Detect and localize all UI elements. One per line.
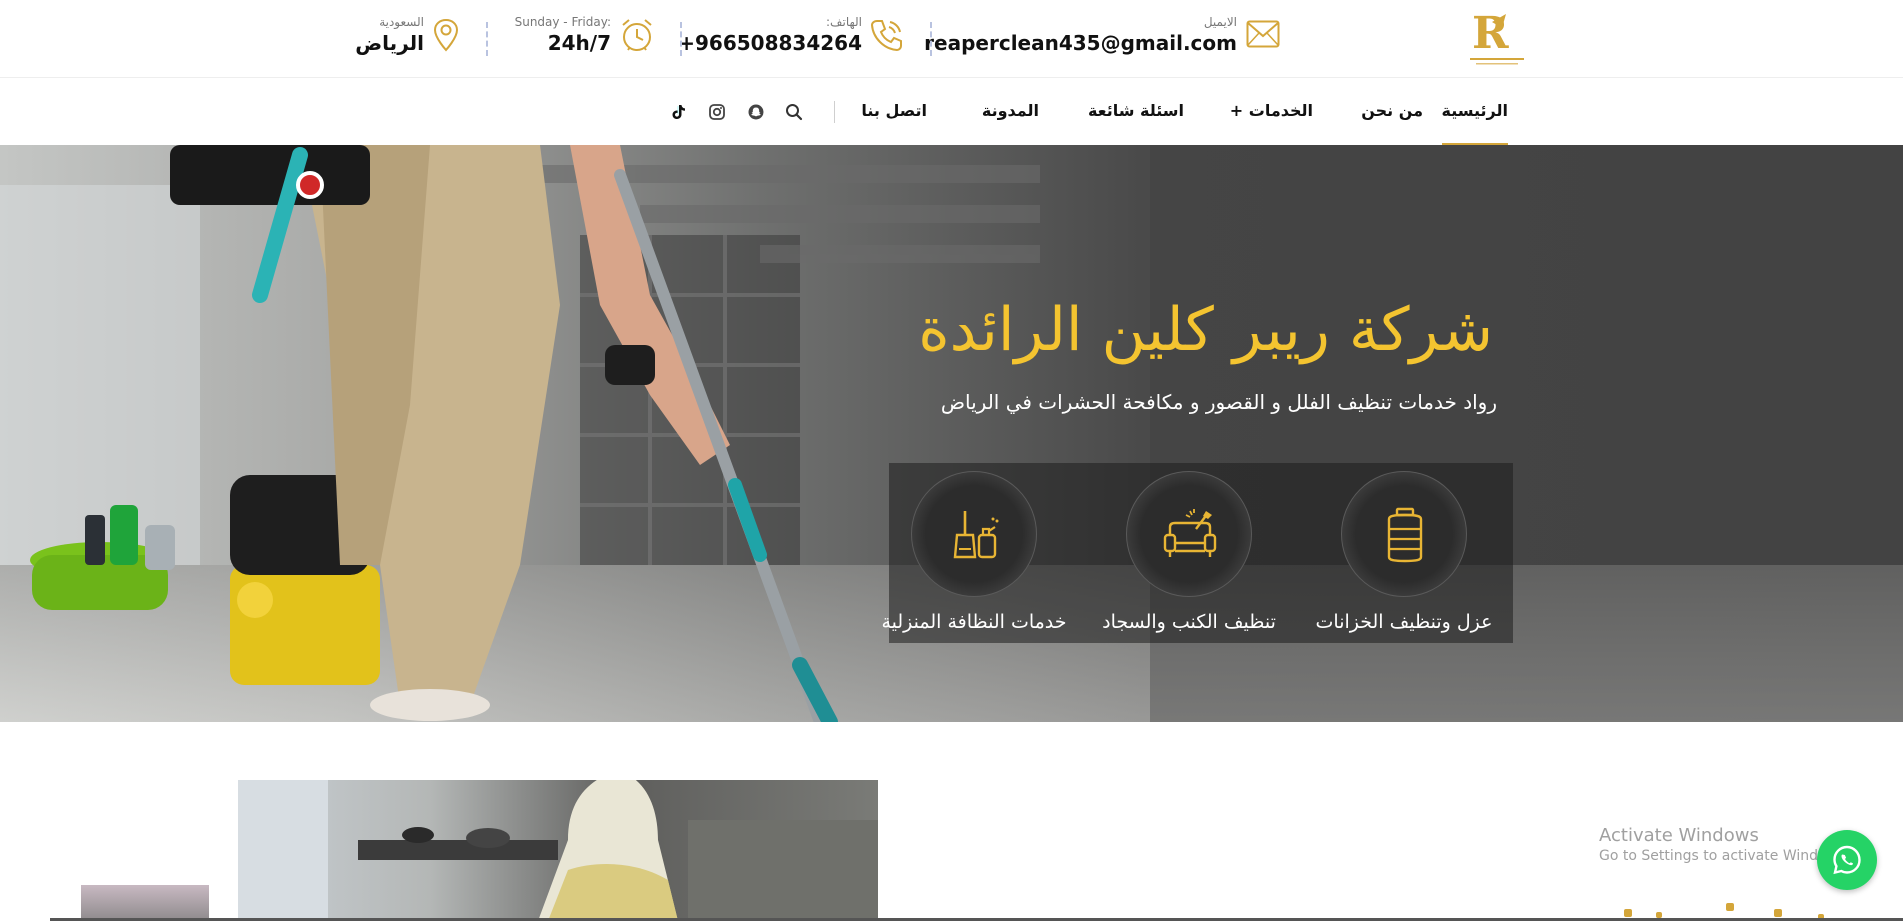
- location-label: السعودية: [379, 15, 424, 29]
- hero-title: شركة ريبر كلين الرائدة: [918, 295, 1493, 365]
- whatsapp-button[interactable]: [1817, 830, 1877, 890]
- activate-title: Activate Windows: [1599, 825, 1759, 846]
- activate-subtitle: Go to Settings to activate Windows.: [1599, 848, 1850, 864]
- instagram-icon[interactable]: [708, 103, 726, 121]
- nav-item-home[interactable]: الرئيسية: [1441, 101, 1508, 146]
- nav-divider: [834, 101, 835, 123]
- nav-item-faq[interactable]: اسئلة شائعة: [1088, 101, 1184, 120]
- email-info: الايميل reaperclean435@gmail.com: [924, 14, 1237, 60]
- snapchat-icon[interactable]: [747, 103, 765, 121]
- divider: [680, 22, 682, 56]
- service-label: خدمات النظافة المنزلية: [881, 611, 1067, 633]
- location-info: السعودية الرياض: [355, 14, 424, 60]
- divider: [930, 22, 932, 56]
- decorative-dot: [1726, 903, 1734, 911]
- service-item-home-cleaning[interactable]: خدمات النظافة المنزلية: [879, 471, 1069, 641]
- nav-item-contact[interactable]: اتصل بنا: [861, 101, 927, 120]
- service-icon-circle: [1341, 471, 1467, 597]
- phone-info: الهاتف: +966508834264: [678, 14, 862, 60]
- service-item-tank[interactable]: عزل وتنظيف الخزانات: [1309, 471, 1499, 641]
- hours-label: Sunday - Friday:: [514, 15, 611, 29]
- hours-value: 24h/7: [547, 31, 611, 55]
- envelope-icon: [1246, 20, 1280, 48]
- email-value[interactable]: reaperclean435@gmail.com: [924, 30, 1237, 56]
- whatsapp-icon: [1833, 845, 1861, 875]
- service-icon-circle: [1126, 471, 1252, 597]
- email-label: الايميل: [1203, 15, 1237, 29]
- location-value: الرياض: [355, 31, 424, 55]
- hero-banner: شركة ريبر كلين الرائدة رواد خدمات تنظيف …: [0, 145, 1903, 722]
- hero-subtitle: رواد خدمات تنظيف الفلل و القصور و مكافحة…: [940, 390, 1497, 414]
- phone-label: الهاتف:: [826, 15, 862, 29]
- nav-item-blog[interactable]: المدونة: [982, 101, 1039, 120]
- service-item-sofa[interactable]: تنظيف الكنب والسجاد: [1094, 471, 1284, 641]
- phone-value[interactable]: +966508834264: [678, 30, 862, 56]
- service-label: عزل وتنظيف الخزانات: [1315, 611, 1493, 633]
- nav-item-services[interactable]: الخدمات +: [1230, 101, 1313, 120]
- tiktok-icon[interactable]: [669, 103, 687, 121]
- decorative-dot: [1774, 909, 1782, 917]
- phone-icon: [870, 20, 902, 52]
- top-bar: R الايميل reaperclean435@gmail.com الهات…: [0, 0, 1903, 78]
- water-tank-icon: [1387, 507, 1423, 563]
- gallery-thumbnail: [81, 885, 209, 921]
- nav-item-about[interactable]: من نحن: [1361, 101, 1423, 120]
- activate-windows-watermark: Activate Windows Go to Settings to activ…: [1599, 825, 1850, 865]
- about-image: [238, 780, 878, 921]
- map-pin-icon: [433, 18, 459, 52]
- alarm-clock-icon: [622, 19, 652, 51]
- divider: [486, 22, 488, 56]
- cleaning-tools-icon: [953, 511, 999, 559]
- sofa-icon: [1163, 509, 1217, 557]
- main-nav: الرئيسية من نحن الخدمات + اسئلة شائعة ال…: [0, 79, 1903, 146]
- services-panel: عزل وتنظيف الخزانات تنظيف الكنب والسجاد: [881, 463, 1513, 643]
- decorative-dot: [1624, 909, 1632, 917]
- service-label: تنظيف الكنب والسجاد: [1102, 611, 1276, 633]
- hours-info: Sunday - Friday: 24h/7: [515, 14, 611, 60]
- service-icon-circle: [911, 471, 1037, 597]
- search-icon[interactable]: [785, 103, 803, 121]
- site-logo[interactable]: R: [1462, 8, 1532, 70]
